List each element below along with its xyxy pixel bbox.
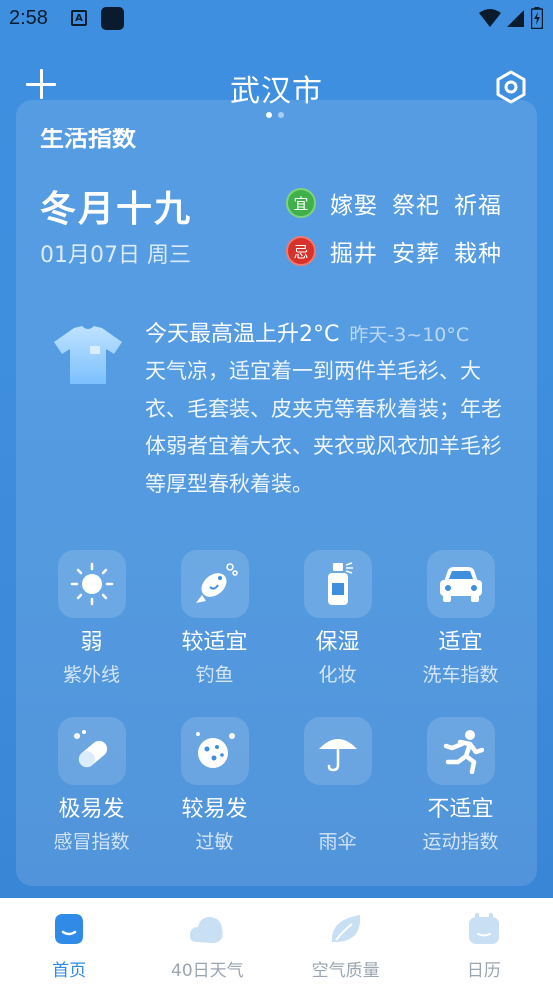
- good-item: 祈福: [454, 193, 502, 219]
- bad-item: 栽种: [454, 241, 502, 267]
- allergy-icon: [180, 717, 249, 785]
- temperature-headline: 今天最高温上升2°C: [145, 322, 340, 347]
- temperature-line: 今天最高温上升2°C 昨天-3~10°C: [145, 316, 469, 348]
- index-name: 感冒指数: [53, 831, 130, 853]
- fish-icon: [180, 550, 249, 618]
- good-badge: 宜: [286, 188, 316, 218]
- index-item-carwash[interactable]: 适宜 洗车指数: [399, 550, 522, 700]
- nav-label: 空气质量: [311, 961, 380, 981]
- nav-tab-40day[interactable]: 40日天气: [138, 898, 276, 984]
- index-name: 紫外线: [62, 664, 120, 686]
- good-item: 祭祀: [392, 193, 440, 219]
- temperature-yesterday: 昨天-3~10°C: [349, 324, 470, 346]
- index-name: 化妆: [318, 664, 357, 686]
- life-index-card: 生活指数 冬月十九 01月07日 周三 宜 嫁娶 祭祀 祈福 忌 掘井 安葬 栽…: [16, 100, 537, 886]
- bad-item: 掘井: [330, 241, 378, 267]
- nav-tab-air-quality[interactable]: 空气质量: [277, 898, 415, 984]
- bad-item: 安葬: [392, 241, 440, 267]
- pill-icon: [57, 717, 126, 785]
- index-name: 雨伞: [318, 831, 357, 853]
- app-background: 2:58 A 武汉市 生活指数 冬月十九 01月07日 周三 宜 嫁娶 祭祀 祈…: [0, 0, 553, 898]
- index-grid: 弱 紫外线 较适宜 钓鱼 保湿 化妆 适宜 洗车指数 极易发 感冒指数 较易发 …: [16, 550, 537, 867]
- index-level: 不适宜: [427, 797, 494, 822]
- spray-bottle-icon: [303, 550, 372, 618]
- calendar-icon: [468, 913, 499, 944]
- app-notification-icon: [101, 7, 124, 30]
- index-name: 过敏: [195, 831, 234, 853]
- running-icon: [426, 717, 495, 785]
- status-time: 2:58: [9, 7, 48, 29]
- status-bar: 2:58 A: [0, 0, 553, 40]
- index-level: 适宜: [438, 630, 483, 655]
- sun-icon: [57, 550, 126, 618]
- index-level: 弱: [80, 630, 103, 655]
- index-item-allergy[interactable]: 较易发 过敏: [153, 717, 276, 867]
- nav-tab-home[interactable]: 首页: [0, 898, 138, 984]
- index-name: 钓鱼: [195, 664, 234, 686]
- index-item-fishing[interactable]: 较适宜 钓鱼: [153, 550, 276, 700]
- clothing-advice: 天气凉，适宜着一到两件羊毛衫、大衣、毛套装、皮夹克等春秋着装；年老体弱者宜着大衣…: [145, 359, 502, 496]
- index-level: 较易发: [181, 797, 248, 822]
- signal-icon: [507, 10, 524, 27]
- home-icon: [55, 914, 84, 944]
- nav-tab-calendar[interactable]: 日历: [415, 898, 553, 984]
- index-name: 洗车指数: [422, 664, 499, 686]
- tshirt-icon: [54, 326, 122, 384]
- status-indicators: [479, 7, 543, 29]
- cloud-icon: [190, 917, 223, 943]
- index-item-makeup[interactable]: 保湿 化妆: [276, 550, 399, 700]
- index-item-uv[interactable]: 弱 紫外线: [30, 550, 153, 700]
- keyboard-a-icon: A: [71, 10, 87, 26]
- car-icon: [426, 550, 495, 618]
- umbrella-icon: [303, 717, 372, 785]
- nav-label: 首页: [52, 961, 87, 981]
- index-item-sport[interactable]: 不适宜 运动指数: [399, 717, 522, 867]
- index-item-umbrella[interactable]: 雨伞: [276, 717, 399, 867]
- almanac-good-row: 宜 嫁娶 祭祀 祈福: [286, 186, 502, 220]
- wifi-icon: [479, 9, 501, 27]
- nav-label: 40日天气: [171, 961, 244, 981]
- almanac-bad-row: 忌 掘井 安葬 栽种: [286, 234, 502, 268]
- bottom-nav: 首页 40日天气 空气质量 日历: [0, 898, 553, 984]
- good-item: 嫁娶: [330, 193, 378, 219]
- lunar-date: 冬月十九: [40, 188, 193, 230]
- index-name: 运动指数: [422, 831, 499, 853]
- index-level: 极易发: [58, 797, 125, 822]
- index-level: 较适宜: [181, 630, 248, 655]
- section-title: 生活指数: [40, 124, 136, 152]
- index-item-cold[interactable]: 极易发 感冒指数: [30, 717, 153, 867]
- solar-date: 01月07日 周三: [40, 243, 191, 268]
- battery-icon: [531, 7, 543, 29]
- index-level: 保湿: [315, 630, 360, 655]
- leaf-icon: [331, 915, 360, 942]
- nav-label: 日历: [466, 961, 501, 981]
- settings-icon[interactable]: [495, 70, 527, 104]
- bad-badge: 忌: [286, 236, 316, 266]
